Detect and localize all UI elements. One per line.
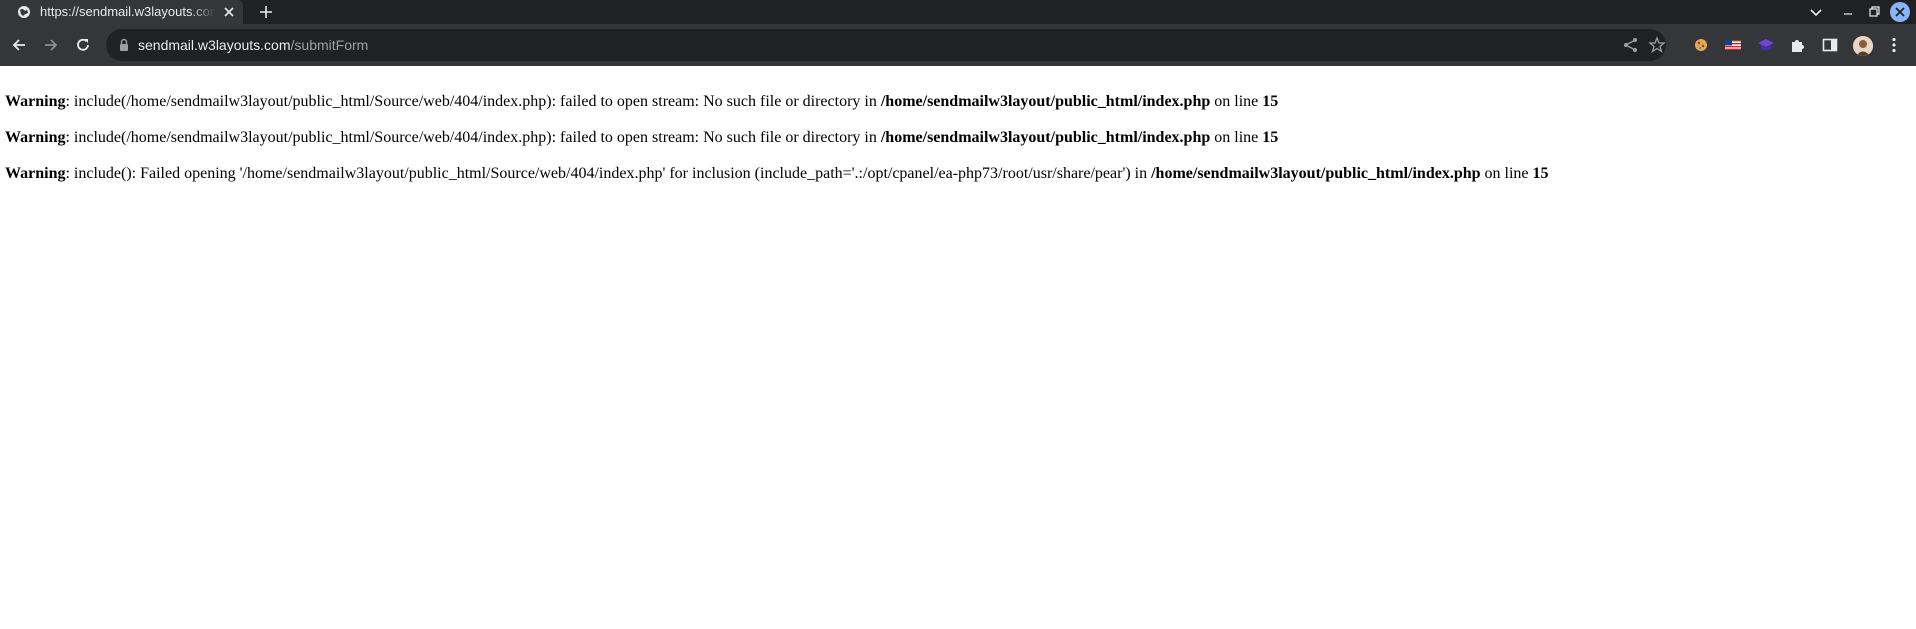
warning-label: Warning xyxy=(5,165,66,182)
tab-strip: https://sendmail.w3layouts.com/submitFor… xyxy=(0,0,1916,24)
forward-arrow-icon[interactable] xyxy=(42,36,60,54)
browser-tab[interactable]: https://sendmail.w3layouts.com/submitFor… xyxy=(0,0,243,24)
star-icon[interactable] xyxy=(1648,36,1666,54)
plus-icon[interactable] xyxy=(258,4,274,20)
warning-label: Warning xyxy=(5,93,66,110)
warning-line: 15 xyxy=(1262,93,1279,110)
window-close-icon[interactable] xyxy=(1890,2,1910,22)
address-bar[interactable]: sendmail.w3layouts.com/submitForm xyxy=(106,29,1666,61)
toolbar: sendmail.w3layouts.com/submitForm 1 xyxy=(0,24,1916,80)
warning-online: on line xyxy=(1480,165,1533,182)
minimize-icon[interactable] xyxy=(1840,4,1856,20)
url-host: sendmail.w3layouts.com xyxy=(138,37,291,53)
warning-message: : include(): Failed opening '/home/sendm… xyxy=(65,165,1152,182)
close-icon[interactable] xyxy=(222,5,236,19)
lock-icon[interactable] xyxy=(118,38,130,52)
puzzle-icon[interactable] xyxy=(1789,36,1807,54)
kebab-menu-icon[interactable] xyxy=(1885,36,1903,54)
php-warning: Warning: include(): Failed opening '/hom… xyxy=(5,165,1549,183)
warning-file: /home/sendmailw3layout/public_html/index… xyxy=(1151,165,1481,182)
warning-line: 15 xyxy=(1532,165,1549,182)
globe-icon xyxy=(18,6,30,18)
php-warning: Warning: include(/home/sendmailw3layout/… xyxy=(5,129,1278,147)
share-icon[interactable] xyxy=(1622,36,1640,54)
warning-label: Warning xyxy=(5,129,66,146)
maximize-icon[interactable] xyxy=(1866,4,1882,20)
back-arrow-icon[interactable] xyxy=(10,36,28,54)
chevron-down-icon[interactable] xyxy=(1808,4,1824,20)
side-panel-icon[interactable] xyxy=(1821,36,1839,54)
cookie-extension-icon[interactable] xyxy=(1692,36,1710,54)
reload-icon[interactable] xyxy=(74,36,92,54)
avatar[interactable] xyxy=(1853,36,1873,56)
warning-message: : include(/home/sendmailw3layout/public_… xyxy=(65,129,881,146)
warning-message: : include(/home/sendmailw3layout/public_… xyxy=(65,93,881,110)
warning-file: /home/sendmailw3layout/public_html/index… xyxy=(880,129,1211,146)
page-content: Warning: include(/home/sendmailw3layout/… xyxy=(0,66,1916,629)
php-warning: Warning: include(/home/sendmailw3layout/… xyxy=(5,93,1278,111)
tab-title: https://sendmail.w3layouts.com/submitFor… xyxy=(40,4,216,19)
warning-online: on line xyxy=(1210,93,1263,110)
flag-extension-icon[interactable] xyxy=(1724,36,1742,54)
warning-file: /home/sendmailw3layout/public_html/index… xyxy=(880,93,1211,110)
graduation-cap-extension-icon[interactable] xyxy=(1757,36,1775,54)
warning-line: 15 xyxy=(1262,129,1279,146)
url-text[interactable]: sendmail.w3layouts.com/submitForm xyxy=(138,37,368,53)
warning-online: on line xyxy=(1210,129,1263,146)
url-path: /submitForm xyxy=(290,37,369,53)
